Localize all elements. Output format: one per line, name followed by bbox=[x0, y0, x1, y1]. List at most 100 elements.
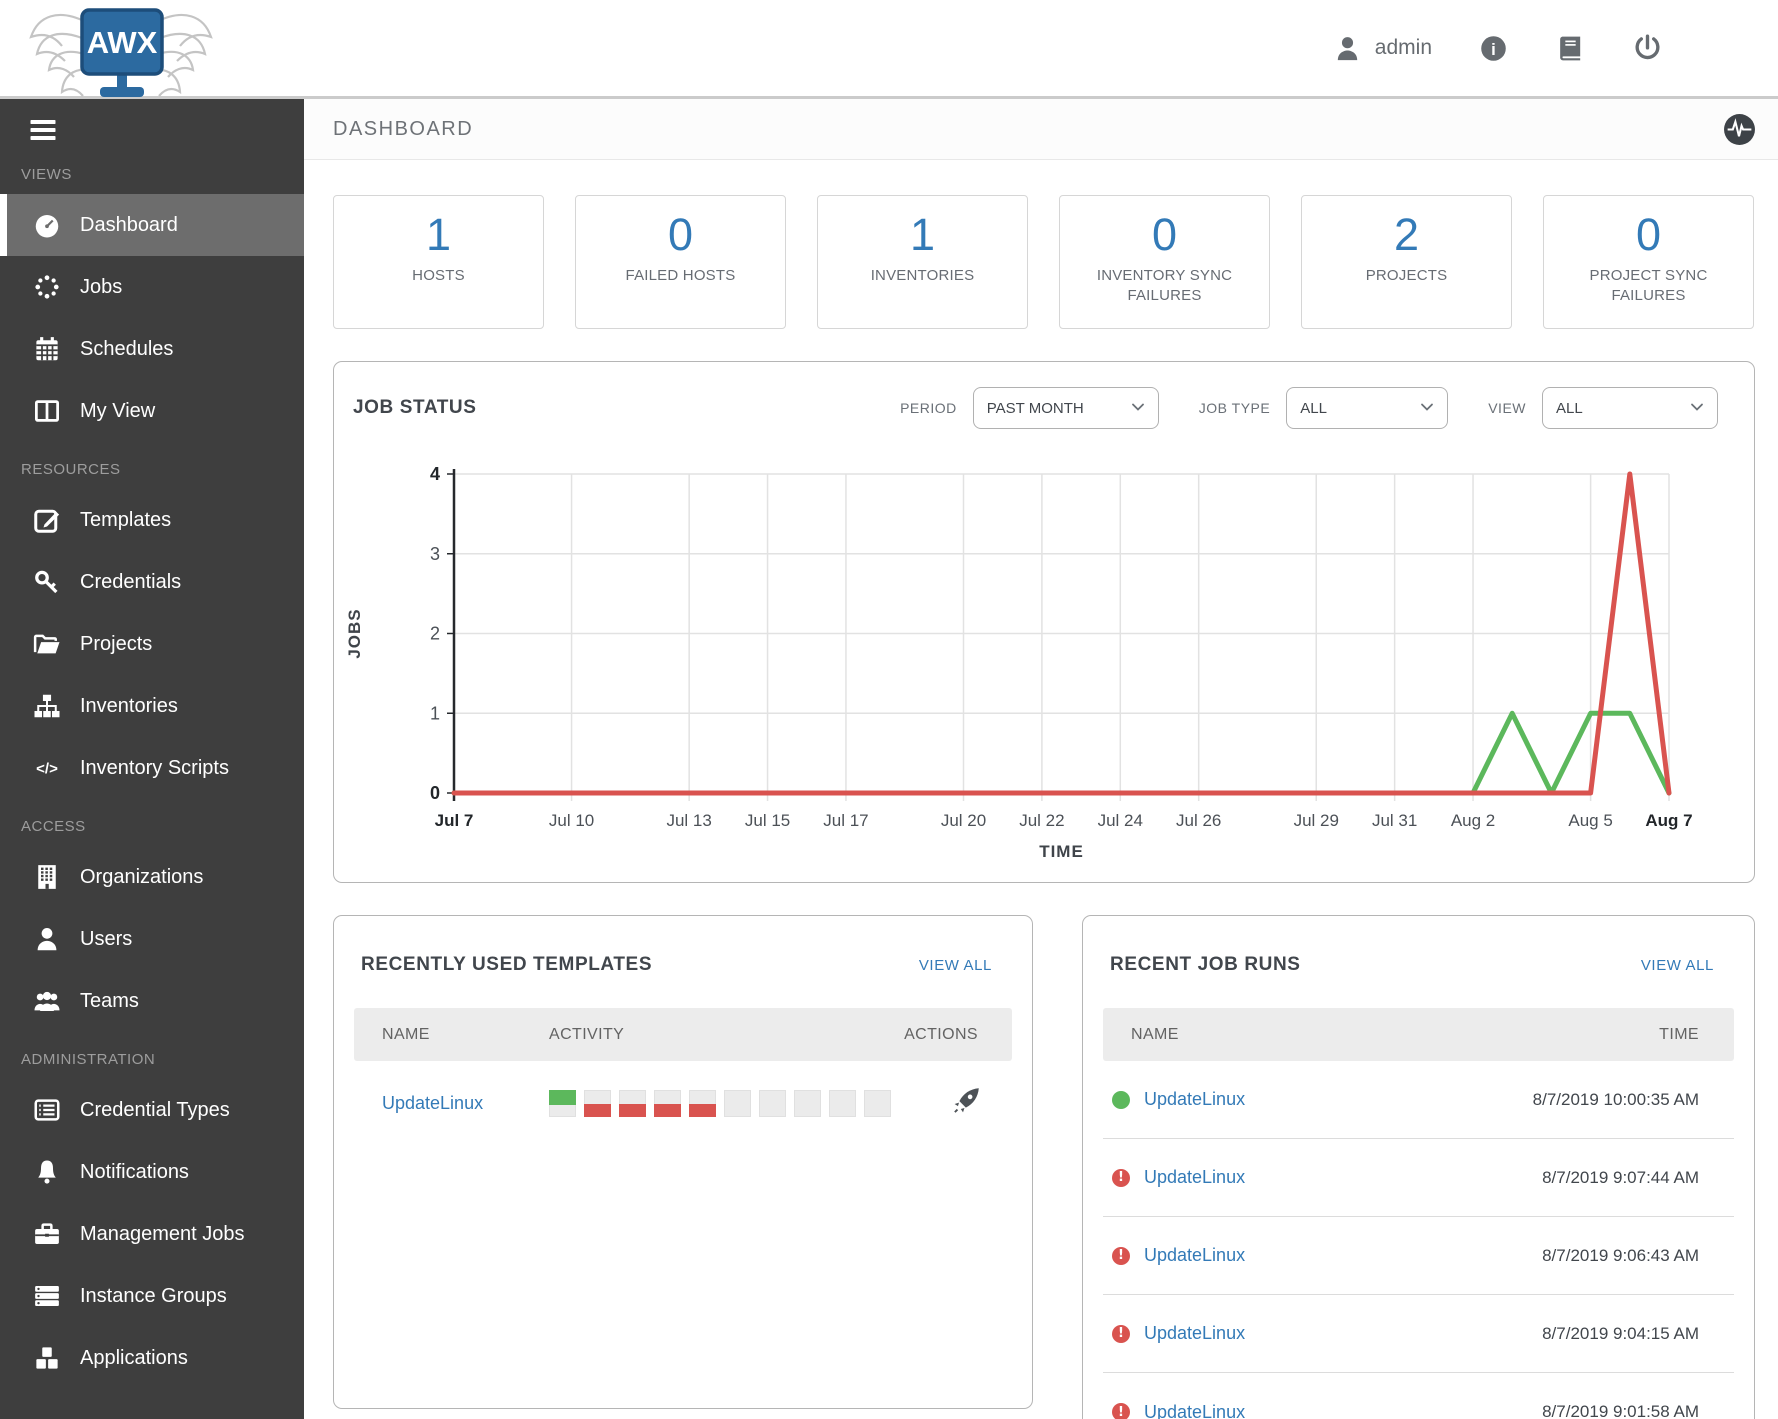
sidebar-item-label: Inventory Scripts bbox=[80, 756, 229, 779]
svg-text:Jul 26: Jul 26 bbox=[1176, 811, 1221, 830]
summary-card-projects[interactable]: 2 PROJECTS bbox=[1301, 195, 1512, 329]
status-failed-icon: ! bbox=[1112, 1246, 1130, 1265]
templates-table-header: NAME ACTIVITY ACTIONS bbox=[354, 1008, 1012, 1061]
job-run-name-link[interactable]: UpdateLinux bbox=[1144, 1089, 1245, 1110]
sidebar-item-label: Schedules bbox=[80, 337, 174, 360]
power-icon[interactable] bbox=[1632, 33, 1663, 64]
key-icon bbox=[30, 567, 64, 597]
template-name-link[interactable]: UpdateLinux bbox=[354, 1093, 549, 1114]
sidebar-item-credentials[interactable]: Credentials bbox=[0, 551, 304, 613]
sidebar-item-label: Organizations bbox=[80, 865, 204, 888]
period-select[interactable]: PAST MONTH bbox=[972, 387, 1159, 429]
sidebar-item-credential-types[interactable]: Credential Types bbox=[0, 1079, 304, 1141]
sidebar-item-label: Notifications bbox=[80, 1160, 189, 1183]
folder-open-icon bbox=[30, 629, 64, 659]
sidebar-item-label: Dashboard bbox=[80, 213, 178, 236]
awx-dashboard-screen: AWX admin i VIEWS Dashboard Jobs Schedules M… bbox=[0, 0, 1778, 1419]
job-run-time: 8/7/2019 9:07:44 AM bbox=[1542, 1167, 1699, 1187]
page-title: DASHBOARD bbox=[333, 117, 474, 140]
sidebar-item-label: Instance Groups bbox=[80, 1284, 227, 1307]
sidebar-item-label: Applications bbox=[80, 1346, 188, 1369]
activity-cell-none bbox=[759, 1089, 786, 1117]
top-header: AWX admin i bbox=[0, 0, 1778, 99]
launch-rocket-icon[interactable] bbox=[951, 1085, 1012, 1121]
sidebar-item-notifications[interactable]: Notifications bbox=[0, 1141, 304, 1203]
summary-card-inventory-sync-failures[interactable]: 0 INVENTORY SYNC FAILURES bbox=[1059, 195, 1270, 329]
job-status-header: JOB STATUS PERIOD PAST MONTH JOB TYPE ALL VI… bbox=[334, 362, 1754, 429]
server-icon bbox=[30, 1281, 64, 1311]
summary-card-hosts[interactable]: 1 HOSTS bbox=[333, 195, 544, 329]
sidebar-item-templates[interactable]: Templates bbox=[0, 489, 304, 551]
job-run-time: 8/7/2019 9:01:58 AM bbox=[1542, 1402, 1699, 1419]
control-label-view: VIEW bbox=[1488, 400, 1526, 416]
user-icon bbox=[30, 924, 64, 954]
sidebar-item-management-jobs[interactable]: Management Jobs bbox=[0, 1203, 304, 1265]
svg-text:Jul 29: Jul 29 bbox=[1294, 811, 1339, 830]
book-icon[interactable] bbox=[1555, 33, 1586, 64]
job-runs-column-name: NAME bbox=[1131, 1025, 1179, 1043]
job-run-name-link[interactable]: UpdateLinux bbox=[1144, 1323, 1245, 1344]
recently-used-templates-panel: RECENTLY USED TEMPLATES VIEW ALL NAME ACT… bbox=[333, 915, 1033, 1409]
status-success-icon bbox=[1112, 1090, 1130, 1109]
activity-stream-icon[interactable] bbox=[1723, 113, 1756, 146]
info-circle-icon[interactable]: i bbox=[1478, 33, 1509, 64]
svg-text:Jul 17: Jul 17 bbox=[823, 811, 868, 830]
chevron-down-icon bbox=[1121, 400, 1145, 417]
summary-card-label: HOSTS bbox=[412, 266, 465, 284]
sidebar-item-inventory-scripts[interactable]: </> Inventory Scripts bbox=[0, 737, 304, 799]
users-icon bbox=[30, 986, 64, 1016]
user-menu[interactable]: admin bbox=[1332, 33, 1432, 64]
sidebar-item-inventories[interactable]: Inventories bbox=[0, 675, 304, 737]
job-run-name-link[interactable]: UpdateLinux bbox=[1144, 1167, 1245, 1188]
summary-card-project-sync-failures[interactable]: 0 PROJECT SYNC FAILURES bbox=[1543, 195, 1754, 329]
toolbox-icon bbox=[30, 1219, 64, 1249]
job-runs-view-all-link[interactable]: VIEW ALL bbox=[1641, 957, 1714, 974]
sidebar-item-my-view[interactable]: My View bbox=[0, 380, 304, 442]
job-status-title: JOB STATUS bbox=[353, 397, 477, 418]
view-select[interactable]: ALL bbox=[1542, 387, 1718, 429]
job-run-name-link[interactable]: UpdateLinux bbox=[1144, 1402, 1245, 1419]
job-type-select[interactable]: ALL bbox=[1286, 387, 1449, 429]
table-row: ! UpdateLinux 8/7/2019 9:07:44 AM bbox=[1103, 1139, 1734, 1217]
sidebar-item-teams[interactable]: Teams bbox=[0, 970, 304, 1032]
svg-text:Aug 2: Aug 2 bbox=[1451, 811, 1495, 830]
summary-card-value: 2 bbox=[1393, 209, 1420, 260]
chevron-down-icon bbox=[1680, 400, 1704, 417]
sidebar-item-label: Jobs bbox=[80, 275, 123, 298]
section-label-access: ACCESS bbox=[21, 818, 86, 835]
summary-card-inventories[interactable]: 1 INVENTORIES bbox=[817, 195, 1028, 329]
svg-text:TIME: TIME bbox=[1039, 842, 1084, 861]
awx-logo[interactable]: AWX bbox=[26, 2, 216, 116]
sidebar-item-dashboard[interactable]: Dashboard bbox=[0, 194, 304, 256]
activity-cell-none bbox=[864, 1089, 891, 1117]
sidebar-item-projects[interactable]: Projects bbox=[0, 613, 304, 675]
activity-cell-none bbox=[724, 1089, 751, 1117]
job-run-name-cell: ! UpdateLinux bbox=[1103, 1402, 1245, 1419]
sidebar-item-label: My View bbox=[80, 399, 156, 422]
summary-card-failed-hosts[interactable]: 0 FAILED HOSTS bbox=[575, 195, 786, 329]
svg-text:2: 2 bbox=[430, 624, 440, 644]
sidebar-item-applications[interactable]: Applications bbox=[0, 1327, 304, 1389]
sidebar-item-label: Credentials bbox=[80, 570, 182, 593]
menu-hamburger-icon[interactable] bbox=[27, 115, 61, 147]
templates-view-all-link[interactable]: VIEW ALL bbox=[919, 957, 992, 974]
template-activity-sparkline[interactable] bbox=[549, 1089, 951, 1117]
cubes-icon bbox=[30, 1343, 64, 1373]
sidebar-item-users[interactable]: Users bbox=[0, 908, 304, 970]
svg-text:AWX: AWX bbox=[87, 25, 158, 60]
summary-card-value: 1 bbox=[425, 209, 452, 260]
activity-cell-failed bbox=[619, 1089, 646, 1117]
activity-cell-failed bbox=[654, 1089, 681, 1117]
svg-text:0: 0 bbox=[430, 783, 440, 803]
job-runs-panel-title: RECENT JOB RUNS bbox=[1110, 954, 1301, 975]
job-run-name-link[interactable]: UpdateLinux bbox=[1144, 1245, 1245, 1266]
sidebar-item-schedules[interactable]: Schedules bbox=[0, 318, 304, 380]
sidebar-item-instance-groups[interactable]: Instance Groups bbox=[0, 1265, 304, 1327]
summary-card-label: FAILED HOSTS bbox=[625, 266, 736, 284]
sidebar-item-label: Users bbox=[80, 927, 133, 950]
sidebar-item-organizations[interactable]: Organizations bbox=[0, 846, 304, 908]
svg-text:Aug 5: Aug 5 bbox=[1568, 811, 1612, 830]
chevron-down-icon bbox=[1410, 400, 1434, 417]
svg-text:Jul 13: Jul 13 bbox=[666, 811, 711, 830]
sidebar-item-jobs[interactable]: Jobs bbox=[0, 256, 304, 318]
